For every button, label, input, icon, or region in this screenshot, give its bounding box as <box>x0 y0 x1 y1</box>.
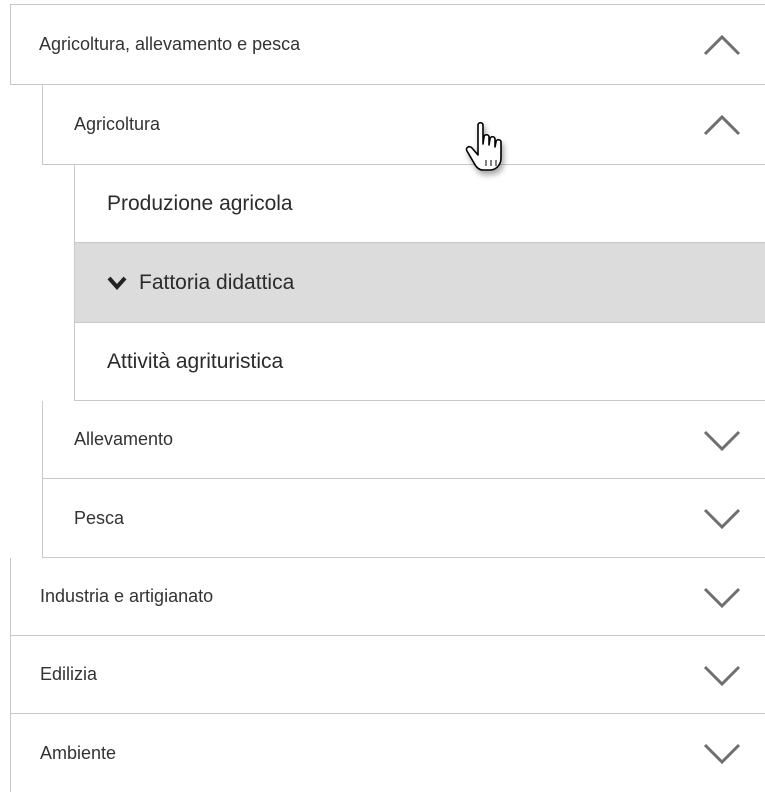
accordion-header-edilizia[interactable]: Edilizia <box>10 636 765 714</box>
list-item-produzione-agricola[interactable]: Produzione agricola <box>74 165 765 243</box>
chevron-up-icon <box>703 34 741 56</box>
chevron-down-icon <box>703 586 741 608</box>
chevron-down-icon <box>703 664 741 686</box>
accordion-header-label: Ambiente <box>40 742 117 763</box>
list-item-label: Fattoria didattica <box>139 270 295 294</box>
accordion-header-industria-artigianato[interactable]: Industria e artigianato <box>10 558 765 636</box>
list-item-attivita-agrituristica[interactable]: Attività agrituristica <box>74 323 765 401</box>
list-item-fattoria-didattica[interactable]: Fattoria didattica <box>74 243 765 323</box>
list-item-label: Produzione agricola <box>107 191 293 215</box>
accordion-header-label: Agricoltura, allevamento e pesca <box>39 34 301 54</box>
accordion-header-label: Edilizia <box>40 664 98 684</box>
list-item-label: Attività agrituristica <box>107 349 284 373</box>
accordion-subheader-label: Agricoltura <box>74 114 161 134</box>
accordion-subheader-allevamento[interactable]: Allevamento <box>42 401 765 479</box>
accordion-header-ambiente[interactable]: Ambiente <box>10 714 765 792</box>
accordion-header-label: Industria e artigianato <box>40 586 214 606</box>
chevron-down-solid-icon <box>107 276 127 290</box>
accordion-header-agricoltura-allevamento-pesca[interactable]: Agricoltura, allevamento e pesca <box>10 4 765 85</box>
chevron-down-icon <box>703 507 741 529</box>
chevron-down-icon <box>703 429 741 451</box>
chevron-down-icon <box>703 742 741 764</box>
list-item-content: Fattoria didattica <box>107 271 294 295</box>
accordion-subheader-agricoltura[interactable]: Agricoltura <box>42 85 765 165</box>
accordion-subheader-label: Pesca <box>74 507 125 528</box>
accordion-subheader-label: Allevamento <box>74 429 174 449</box>
accordion-subheader-pesca[interactable]: Pesca <box>42 479 765 558</box>
chevron-up-icon <box>703 114 741 136</box>
